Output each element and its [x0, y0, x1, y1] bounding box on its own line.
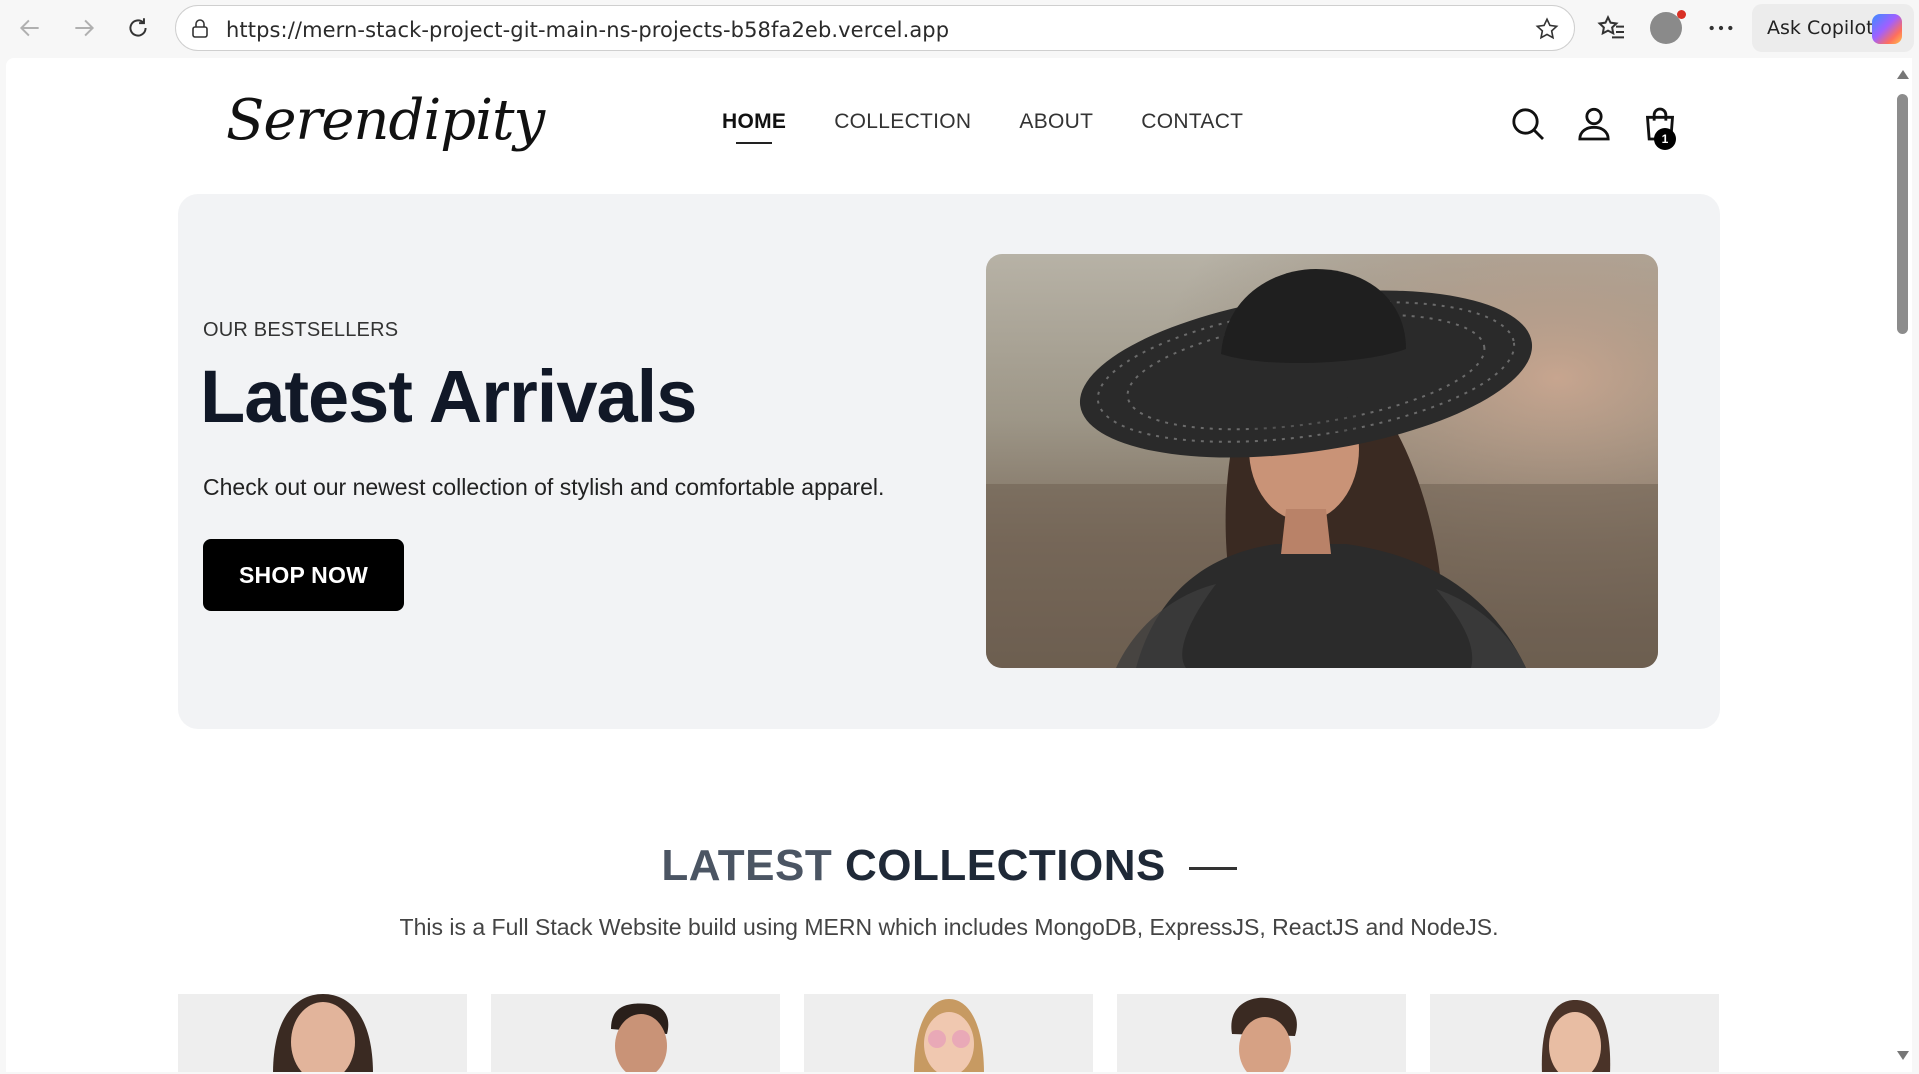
address-bar[interactable]: https://mern-stack-project-git-main-ns-p…: [175, 5, 1575, 51]
favorites-icon[interactable]: [1596, 12, 1628, 44]
nav-home[interactable]: HOME: [722, 110, 786, 144]
star-icon[interactable]: [1534, 16, 1560, 42]
product-card[interactable]: [178, 994, 467, 1072]
product-image: [491, 994, 780, 1072]
nav-contact[interactable]: CONTACT: [1141, 110, 1243, 134]
back-button[interactable]: [12, 10, 48, 46]
reload-button[interactable]: [120, 10, 156, 46]
copilot-label: Ask Copilot: [1767, 17, 1874, 39]
collections-title-bold: COLLECTIONS: [845, 841, 1166, 890]
ask-copilot-button[interactable]: Ask Copilot: [1752, 4, 1914, 52]
browser-toolbar: https://mern-stack-project-git-main-ns-p…: [0, 0, 1919, 56]
collections-subtitle: This is a Full Stack Website build using…: [399, 914, 1499, 940]
collections-heading: LATEST COLLECTIONS: [6, 841, 1892, 891]
hero-eyebrow: OUR BESTSELLERS: [203, 319, 399, 341]
profile-user-icon[interactable]: [1574, 104, 1614, 144]
product-card[interactable]: [1430, 994, 1719, 1072]
product-card[interactable]: [804, 994, 1093, 1072]
page-viewport: Serendipity HOME COLLECTION ABOUT CONTAC…: [6, 58, 1892, 1072]
cart-count-badge: 1: [1654, 128, 1676, 150]
url-text[interactable]: https://mern-stack-project-git-main-ns-p…: [226, 18, 949, 42]
more-icon[interactable]: [1705, 12, 1737, 44]
nav-about[interactable]: ABOUT: [1019, 110, 1093, 134]
product-card[interactable]: [1117, 994, 1406, 1072]
scroll-thumb[interactable]: [1897, 94, 1908, 334]
main-nav: HOME COLLECTION ABOUT CONTACT: [722, 110, 1243, 144]
hero-photo-illustration: [986, 254, 1658, 668]
product-card[interactable]: [491, 994, 780, 1072]
hero-image: [986, 254, 1658, 668]
site-logo[interactable]: Serendipity: [226, 88, 545, 153]
profile-icon[interactable]: [1650, 10, 1686, 44]
page-scrollbar[interactable]: [1892, 58, 1912, 1072]
search-icon[interactable]: [1508, 104, 1548, 144]
product-image: [804, 994, 1093, 1072]
logo-text: Serendipity: [226, 88, 545, 153]
title-dash: [1188, 866, 1237, 870]
hero-title: Latest Arrivals: [200, 355, 697, 438]
hero-description: Check out our newest collection of styli…: [203, 474, 885, 500]
product-grid: [178, 994, 1719, 1072]
reload-icon: [129, 18, 147, 37]
forward-button[interactable]: [66, 10, 102, 46]
product-image: [1117, 994, 1406, 1072]
shop-now-button[interactable]: SHOP NOW: [203, 539, 404, 611]
product-image: [178, 994, 467, 1072]
back-icon: [19, 19, 39, 37]
copilot-icon: [1872, 14, 1902, 44]
scroll-up-icon[interactable]: [1897, 70, 1909, 79]
nav-collection[interactable]: COLLECTION: [834, 110, 971, 134]
product-image: [1430, 994, 1719, 1072]
collections-title-light: LATEST: [661, 841, 833, 890]
forward-icon: [75, 19, 95, 37]
hero-section: OUR BESTSELLERS Latest Arrivals Check ou…: [178, 194, 1720, 729]
lock-icon[interactable]: [188, 17, 212, 41]
scroll-down-icon[interactable]: [1897, 1051, 1909, 1060]
